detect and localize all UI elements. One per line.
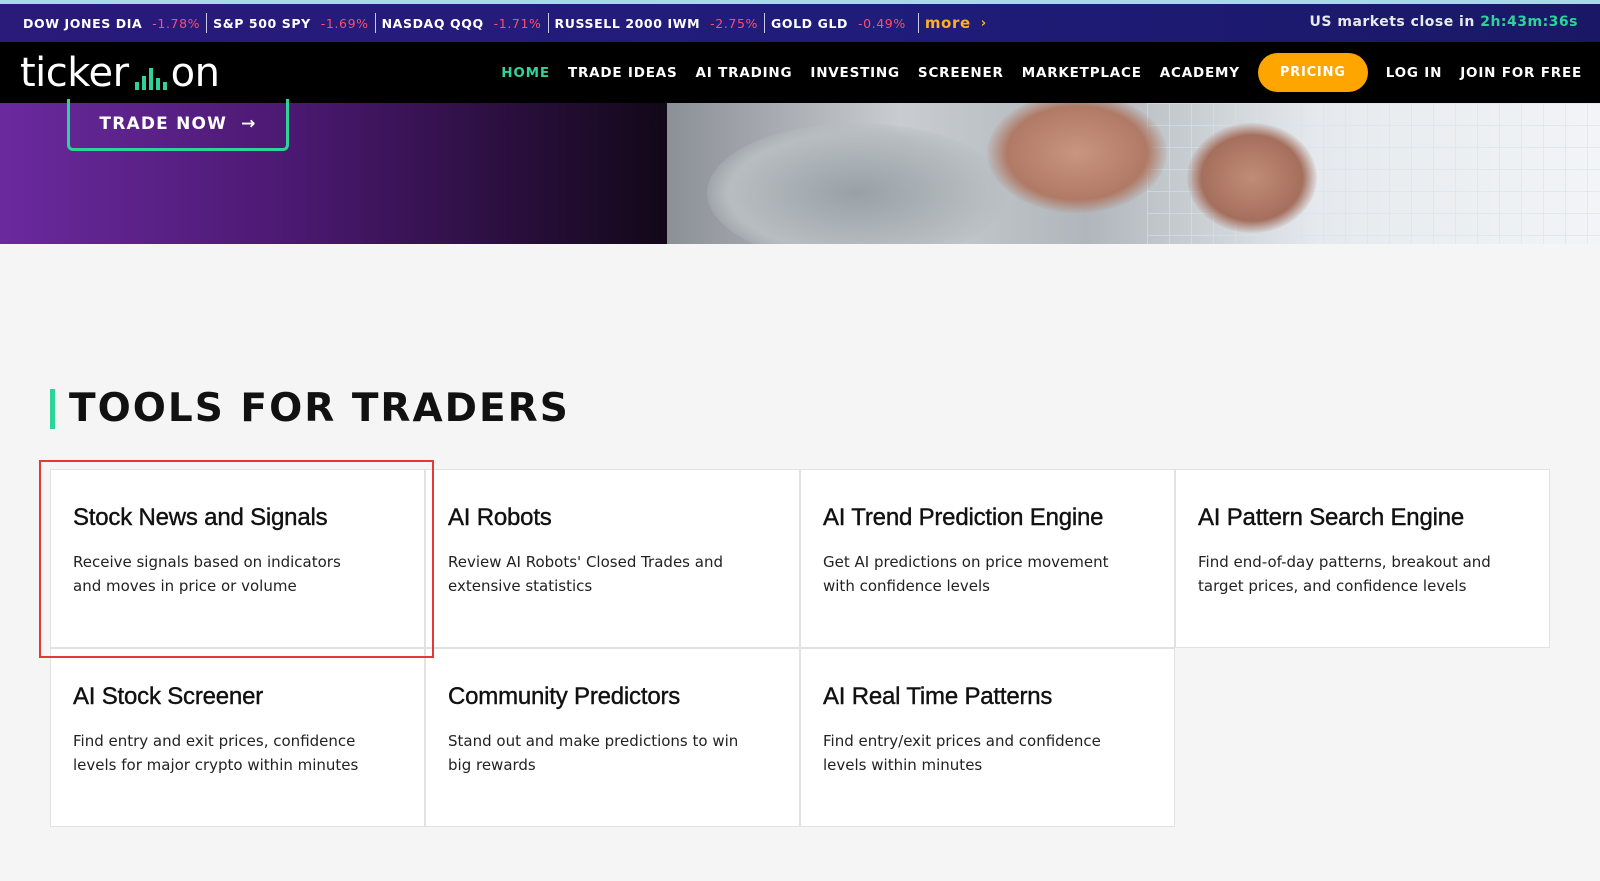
ticker-symbol: S&P 500 SPY <box>213 15 311 31</box>
tool-card-community-predictors[interactable]: Community Predictors Stand out and make … <box>425 648 800 827</box>
login-link[interactable]: LOG IN <box>1386 65 1443 81</box>
tool-card-desc: Find end-of-day patterns, breakout and t… <box>1198 553 1491 595</box>
tool-card-title: AI Robots <box>448 504 552 531</box>
ticker-symbol: RUSSELL 2000 IWM <box>554 15 701 31</box>
nav-screener[interactable]: SCREENER <box>918 65 1004 81</box>
nav-academy[interactable]: ACADEMY <box>1160 65 1240 81</box>
market-ticker-bar: DOW JONES DIA -1.78% S&P 500 SPY -1.69% … <box>0 0 1600 42</box>
tool-card-title: AI Real Time Patterns <box>823 683 1053 710</box>
tool-card-desc: Find entry/exit prices and confidence le… <box>823 732 1101 774</box>
tool-card-stock-screener[interactable]: AI Stock Screener Find entry and exit pr… <box>50 648 425 827</box>
heading-accent-bar <box>50 388 55 429</box>
market-close-countdown: US markets close in 2h:43m:36s <box>1310 14 1578 30</box>
ticker-item-dia[interactable]: DOW JONES DIA -1.78% <box>20 13 206 33</box>
ticker-change: -1.71% <box>493 15 542 31</box>
chevron-right-icon: › <box>980 15 987 31</box>
ticker-change: -0.49% <box>857 15 906 31</box>
tool-card-stock-news[interactable]: Stock News and Signals Receive signals b… <box>50 469 425 648</box>
ticker-change: -1.78% <box>152 15 201 31</box>
hero-photo <box>667 103 1600 244</box>
pricing-button[interactable]: PRICING <box>1257 53 1368 92</box>
ticker-item-iwm[interactable]: RUSSELL 2000 IWM -2.75% <box>547 13 765 33</box>
main-navbar: ticker on HOME TRADE IDEAS AI TRADING IN… <box>0 42 1600 103</box>
ticker-item-gld[interactable]: GOLD GLD -0.49% <box>764 13 912 33</box>
ticker-change: -1.69% <box>320 15 369 31</box>
more-label: more <box>924 14 971 32</box>
tool-card-desc: Find entry and exit prices, confidence l… <box>73 732 359 774</box>
nav-investing[interactable]: INVESTING <box>810 65 900 81</box>
ticker-symbol: GOLD GLD <box>771 15 848 31</box>
section-heading: TOOLS FOR TRADERS <box>50 386 570 431</box>
tool-card-trend-prediction[interactable]: AI Trend Prediction Engine Get AI predic… <box>800 469 1175 648</box>
tool-card-title: AI Pattern Search Engine <box>1198 504 1465 531</box>
logo-text-right: on <box>170 50 220 96</box>
tool-card-desc: Stand out and make predictions to win bi… <box>448 732 739 774</box>
tool-card-desc: Receive signals based on indicators and … <box>73 553 341 595</box>
hero-photo-hand <box>1187 123 1317 233</box>
ticker-item-spy[interactable]: S&P 500 SPY -1.69% <box>206 13 375 33</box>
hero-banner: TRADE NOW → <box>0 99 1600 244</box>
arrow-right-icon: → <box>241 113 257 134</box>
trade-now-button[interactable]: TRADE NOW → <box>67 99 289 151</box>
bar-chart-icon <box>134 64 167 90</box>
nav-marketplace[interactable]: MARKETPLACE <box>1022 65 1142 81</box>
tickeron-logo[interactable]: ticker on <box>20 50 220 96</box>
hero-gradient-panel: TRADE NOW → <box>0 99 667 244</box>
nav-ai-trading[interactable]: AI TRADING <box>696 65 793 81</box>
join-free-link[interactable]: JOIN FOR FREE <box>1460 65 1582 81</box>
ticker-symbol: NASDAQ QQQ <box>381 15 484 31</box>
tool-card-desc: Review AI Robots' Closed Trades and exte… <box>448 553 723 595</box>
tool-card-ai-robots[interactable]: AI Robots Review AI Robots' Closed Trade… <box>425 469 800 648</box>
logo-text-left: ticker <box>20 50 129 96</box>
hero-photo-hand <box>987 103 1167 213</box>
market-close-time: 2h:43m:36s <box>1480 14 1578 30</box>
market-close-label: US markets close in <box>1309 14 1475 30</box>
nav-links: HOME TRADE IDEAS AI TRADING INVESTING SC… <box>483 42 1582 103</box>
nav-trade-ideas[interactable]: TRADE IDEAS <box>568 65 678 81</box>
hero-photo-sleeve <box>707 123 1007 244</box>
tool-card-title: Community Predictors <box>448 683 681 710</box>
ticker-item-qqq[interactable]: NASDAQ QQQ -1.71% <box>374 13 548 33</box>
ticker-change: -2.75% <box>710 15 758 31</box>
tool-card-title: AI Trend Prediction Engine <box>823 504 1104 531</box>
tool-card-desc: Get AI predictions on price movement wit… <box>823 553 1109 595</box>
more-tickers-link[interactable]: more › <box>917 13 987 33</box>
tool-card-title: Stock News and Signals <box>73 504 328 531</box>
tool-card-pattern-search[interactable]: AI Pattern Search Engine Find end-of-day… <box>1175 469 1550 648</box>
section-title: TOOLS FOR TRADERS <box>69 386 570 431</box>
trade-now-label: TRADE NOW <box>99 113 228 134</box>
ticker-symbol: DOW JONES DIA <box>23 15 143 31</box>
nav-home[interactable]: HOME <box>501 65 550 81</box>
tool-card-title: AI Stock Screener <box>73 683 264 710</box>
tool-card-real-time-patterns[interactable]: AI Real Time Patterns Find entry/exit pr… <box>800 648 1175 827</box>
